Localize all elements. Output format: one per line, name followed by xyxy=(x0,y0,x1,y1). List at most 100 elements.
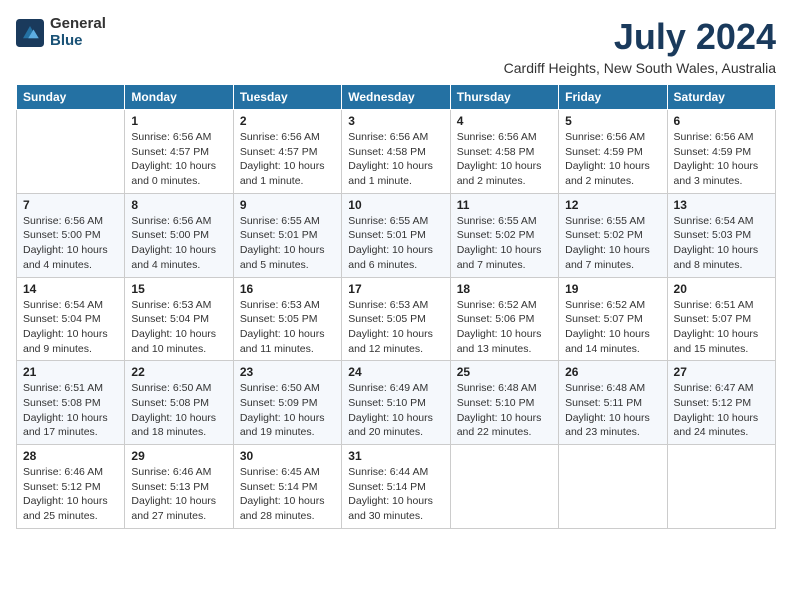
day-info: Sunrise: 6:52 AMSunset: 5:07 PMDaylight:… xyxy=(565,298,660,357)
column-header-tuesday: Tuesday xyxy=(233,85,341,110)
day-info: Sunrise: 6:50 AMSunset: 5:08 PMDaylight:… xyxy=(131,381,226,440)
day-number: 31 xyxy=(348,449,443,463)
day-info: Sunrise: 6:55 AMSunset: 5:02 PMDaylight:… xyxy=(457,214,552,273)
day-number: 15 xyxy=(131,282,226,296)
calendar-cell: 5Sunrise: 6:56 AMSunset: 4:59 PMDaylight… xyxy=(559,110,667,194)
calendar-table: SundayMondayTuesdayWednesdayThursdayFrid… xyxy=(16,84,776,529)
day-number: 29 xyxy=(131,449,226,463)
calendar-cell: 18 Sunrise: 6:52 AMSunset: 5:06 PMDayligh… xyxy=(450,277,558,361)
day-number: 9 xyxy=(240,198,335,212)
calendar-cell: 29 Sunrise: 6:46 AMSunset: 5:13 PMDayligh… xyxy=(125,445,233,529)
calendar-cell: 3Sunrise: 6:56 AMSunset: 4:58 PMDaylight… xyxy=(342,110,450,194)
calendar-cell: 13 Sunrise: 6:54 AMSunset: 5:03 PMDayligh… xyxy=(667,193,775,277)
calendar-cell xyxy=(17,110,125,194)
column-header-thursday: Thursday xyxy=(450,85,558,110)
day-info: Sunrise: 6:56 AMSunset: 5:00 PMDaylight:… xyxy=(23,214,118,273)
day-number: 28 xyxy=(23,449,118,463)
day-info: Sunrise: 6:48 AMSunset: 5:11 PMDaylight:… xyxy=(565,381,660,440)
calendar-cell: 22Sunrise: 6:50 AMSunset: 5:08 PMDayligh… xyxy=(125,361,233,445)
day-number: 2 xyxy=(240,114,335,128)
day-info: Sunrise: 6:55 AMSunset: 5:02 PMDaylight:… xyxy=(565,214,660,273)
day-info: Sunrise: 6:56 AMSunset: 4:58 PMDaylight:… xyxy=(457,130,552,189)
logo-text: General Blue xyxy=(50,16,106,49)
column-header-wednesday: Wednesday xyxy=(342,85,450,110)
day-number: 27 xyxy=(674,365,769,379)
calendar-cell: 21 Sunrise: 6:51 AMSunset: 5:08 PMDayligh… xyxy=(17,361,125,445)
calendar-cell xyxy=(450,445,558,529)
calendar-cell: 26 Sunrise: 6:48 AMSunset: 5:11 PMDayligh… xyxy=(559,361,667,445)
logo: General Blue xyxy=(16,16,106,49)
day-number: 23 xyxy=(240,365,335,379)
calendar-header-row: SundayMondayTuesdayWednesdayThursdayFrid… xyxy=(17,85,776,110)
day-number: 17 xyxy=(348,282,443,296)
day-number: 16 xyxy=(240,282,335,296)
day-info: Sunrise: 6:51 AMSunset: 5:07 PMDaylight:… xyxy=(674,298,769,357)
day-info: Sunrise: 6:56 AMSunset: 5:00 PMDaylight:… xyxy=(131,214,226,273)
day-number: 6 xyxy=(674,114,769,128)
calendar-cell xyxy=(667,445,775,529)
day-number: 24 xyxy=(348,365,443,379)
calendar-cell: 2 Sunrise: 6:56 AMSunset: 4:57 PMDaylight… xyxy=(233,110,341,194)
calendar-week-row: 14Sunrise: 6:54 AMSunset: 5:04 PMDayligh… xyxy=(17,277,776,361)
calendar-cell: 23 Sunrise: 6:50 AMSunset: 5:09 PMDayligh… xyxy=(233,361,341,445)
day-info: Sunrise: 6:46 AMSunset: 5:13 PMDaylight:… xyxy=(131,465,226,524)
day-number: 5 xyxy=(565,114,660,128)
calendar-cell: 8 Sunrise: 6:56 AMSunset: 5:00 PMDaylight… xyxy=(125,193,233,277)
day-number: 26 xyxy=(565,365,660,379)
day-info: Sunrise: 6:44 AMSunset: 5:14 PMDaylight:… xyxy=(348,465,443,524)
calendar-cell: 14Sunrise: 6:54 AMSunset: 5:04 PMDayligh… xyxy=(17,277,125,361)
day-info: Sunrise: 6:52 AMSunset: 5:06 PMDaylight:… xyxy=(457,298,552,357)
calendar-cell: 4 Sunrise: 6:56 AMSunset: 4:58 PMDaylight… xyxy=(450,110,558,194)
day-number: 20 xyxy=(674,282,769,296)
calendar-cell: 20 Sunrise: 6:51 AMSunset: 5:07 PMDayligh… xyxy=(667,277,775,361)
day-info: Sunrise: 6:48 AMSunset: 5:10 PMDaylight:… xyxy=(457,381,552,440)
logo-blue-text: Blue xyxy=(50,33,106,50)
month-title: July 2024 xyxy=(504,16,776,58)
calendar-week-row: 1 Sunrise: 6:56 AMSunset: 4:57 PMDaylight… xyxy=(17,110,776,194)
day-number: 18 xyxy=(457,282,552,296)
calendar-cell: 28 Sunrise: 6:46 AMSunset: 5:12 PMDayligh… xyxy=(17,445,125,529)
calendar-week-row: 28 Sunrise: 6:46 AMSunset: 5:12 PMDayligh… xyxy=(17,445,776,529)
day-number: 25 xyxy=(457,365,552,379)
day-number: 8 xyxy=(131,198,226,212)
calendar-cell: 7Sunrise: 6:56 AMSunset: 5:00 PMDaylight… xyxy=(17,193,125,277)
column-header-friday: Friday xyxy=(559,85,667,110)
calendar-cell: 30 Sunrise: 6:45 AMSunset: 5:14 PMDayligh… xyxy=(233,445,341,529)
day-number: 13 xyxy=(674,198,769,212)
day-info: Sunrise: 6:45 AMSunset: 5:14 PMDaylight:… xyxy=(240,465,335,524)
calendar-cell: 24 Sunrise: 6:49 AMSunset: 5:10 PMDayligh… xyxy=(342,361,450,445)
day-number: 21 xyxy=(23,365,118,379)
calendar-cell: 17 Sunrise: 6:53 AMSunset: 5:05 PMDayligh… xyxy=(342,277,450,361)
calendar-cell: 16 Sunrise: 6:53 AMSunset: 5:05 PMDayligh… xyxy=(233,277,341,361)
column-header-saturday: Saturday xyxy=(667,85,775,110)
day-number: 3 xyxy=(348,114,443,128)
day-info: Sunrise: 6:51 AMSunset: 5:08 PMDaylight:… xyxy=(23,381,118,440)
day-info: Sunrise: 6:53 AMSunset: 5:04 PMDaylight:… xyxy=(131,298,226,357)
calendar-cell: 12Sunrise: 6:55 AMSunset: 5:02 PMDayligh… xyxy=(559,193,667,277)
day-info: Sunrise: 6:56 AMSunset: 4:57 PMDaylight:… xyxy=(131,130,226,189)
calendar-cell: 19Sunrise: 6:52 AMSunset: 5:07 PMDayligh… xyxy=(559,277,667,361)
day-info: Sunrise: 6:53 AMSunset: 5:05 PMDaylight:… xyxy=(348,298,443,357)
location-subtitle: Cardiff Heights, New South Wales, Austra… xyxy=(504,60,776,76)
day-info: Sunrise: 6:54 AMSunset: 5:03 PMDaylight:… xyxy=(674,214,769,273)
day-number: 4 xyxy=(457,114,552,128)
day-number: 1 xyxy=(131,114,226,128)
day-number: 30 xyxy=(240,449,335,463)
day-info: Sunrise: 6:50 AMSunset: 5:09 PMDaylight:… xyxy=(240,381,335,440)
day-number: 14 xyxy=(23,282,118,296)
day-info: Sunrise: 6:56 AMSunset: 4:57 PMDaylight:… xyxy=(240,130,335,189)
calendar-cell: 15 Sunrise: 6:53 AMSunset: 5:04 PMDayligh… xyxy=(125,277,233,361)
page-header: General Blue July 2024 Cardiff Heights, … xyxy=(16,16,776,76)
day-info: Sunrise: 6:53 AMSunset: 5:05 PMDaylight:… xyxy=(240,298,335,357)
calendar-week-row: 21 Sunrise: 6:51 AMSunset: 5:08 PMDayligh… xyxy=(17,361,776,445)
calendar-cell: 1 Sunrise: 6:56 AMSunset: 4:57 PMDaylight… xyxy=(125,110,233,194)
column-header-sunday: Sunday xyxy=(17,85,125,110)
title-block: July 2024 Cardiff Heights, New South Wal… xyxy=(504,16,776,76)
day-number: 10 xyxy=(348,198,443,212)
column-header-monday: Monday xyxy=(125,85,233,110)
day-info: Sunrise: 6:49 AMSunset: 5:10 PMDaylight:… xyxy=(348,381,443,440)
calendar-cell xyxy=(559,445,667,529)
day-info: Sunrise: 6:55 AMSunset: 5:01 PMDaylight:… xyxy=(240,214,335,273)
day-info: Sunrise: 6:46 AMSunset: 5:12 PMDaylight:… xyxy=(23,465,118,524)
logo-icon xyxy=(16,19,44,47)
